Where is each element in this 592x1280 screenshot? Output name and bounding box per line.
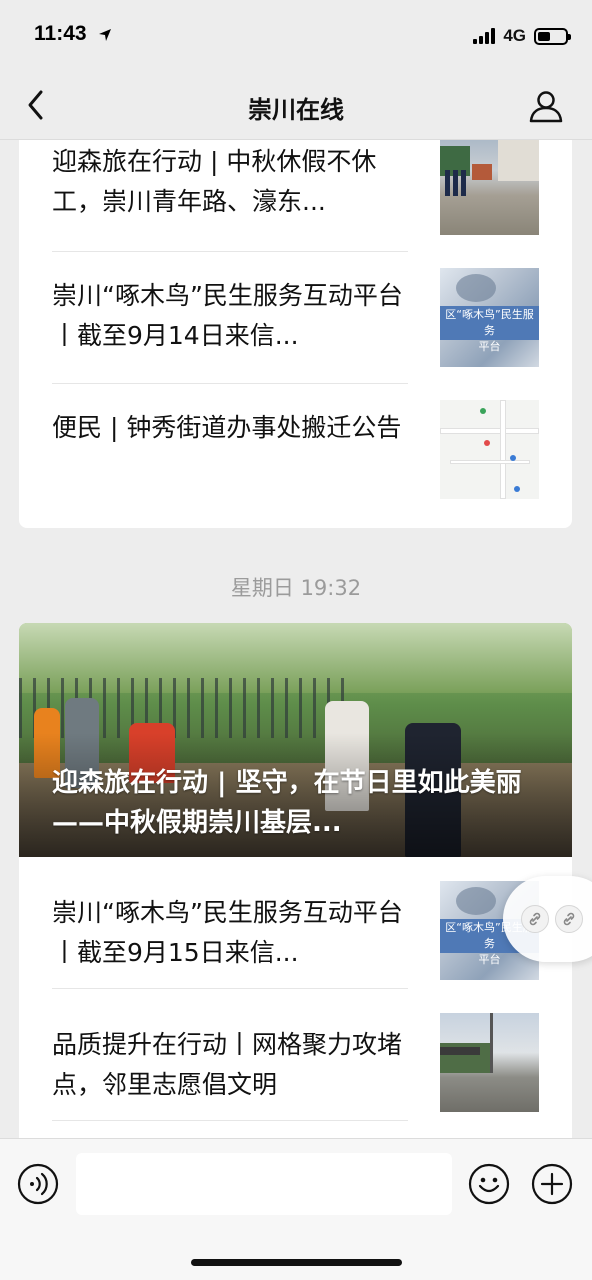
article-item[interactable]: 崇川“啄木鸟”民生服务互动平台丨截至9月14日来信... 区“啄木鸟”民生服务 … <box>52 252 539 384</box>
article-card: 迎森旅在行动 | 中秋休假不休工，崇川青年路、濠东... 崇川“啄木鸟”民生服务… <box>19 140 572 528</box>
message-list[interactable]: 迎森旅在行动 | 中秋休假不休工，崇川青年路、濠东... 崇川“啄木鸟”民生服务… <box>0 140 592 1138</box>
message-timestamp: 星期日 19:32 <box>230 576 362 600</box>
emoji-icon[interactable] <box>468 1163 510 1205</box>
hero-title: 迎森旅在行动 | 坚守，在节日里如此美丽——中秋假期崇川基层... <box>52 768 522 838</box>
article-title: 崇川“啄木鸟”民生服务互动平台丨截至9月15日来信... <box>52 898 403 967</box>
article-title: 便民 | 钟秀街道办事处搬迁公告 <box>52 413 402 442</box>
page-title: 崇川在线 <box>248 96 344 124</box>
link-icon <box>521 905 549 933</box>
link-icon <box>555 905 583 933</box>
home-indicator[interactable] <box>191 1259 402 1266</box>
status-bar: 11:43 4G <box>0 0 592 70</box>
voice-icon[interactable] <box>17 1163 59 1205</box>
article-card: 迎森旅在行动 | 坚守，在节日里如此美丽——中秋假期崇川基层... 崇川“啄木鸟… <box>19 623 572 1138</box>
article-item[interactable]: 崇川“啄木鸟”民生服务互动平台丨截至9月15日来信... 区“啄木鸟”民生服务 … <box>52 857 539 989</box>
status-time: 11:43 <box>34 22 87 45</box>
person-icon[interactable] <box>528 88 564 124</box>
article-thumbnail <box>440 400 539 499</box>
nav-bar: 崇川在线 <box>0 70 592 140</box>
article-thumbnail <box>440 1013 539 1112</box>
article-thumbnail: 区“啄木鸟”民生服务 平台 <box>440 268 539 367</box>
article-title: 崇川“啄木鸟”民生服务互动平台丨截至9月14日来信... <box>52 281 403 350</box>
article-title: 品质提升在行动丨网格聚力攻堵点，邻里志愿倡文明 <box>52 1030 403 1099</box>
network-type: 4G <box>503 26 526 45</box>
message-input[interactable] <box>76 1153 452 1215</box>
chat-input-bar <box>0 1138 592 1280</box>
article-title: 迎森旅在行动 | 中秋休假不休工，崇川青年路、濠东... <box>52 147 377 216</box>
thumbnail-text: 区“啄木鸟”民生服务 平台 <box>440 306 539 353</box>
article-thumbnail <box>440 140 539 235</box>
article-item[interactable]: 迎森旅在行动 | 中秋休假不休工，崇川青年路、濠东... <box>52 140 539 252</box>
divider <box>52 1120 408 1121</box>
article-item[interactable]: 便民 | 钟秀街道办事处搬迁公告 <box>52 384 539 516</box>
plus-icon[interactable] <box>531 1163 573 1205</box>
location-arrow-icon <box>99 29 111 41</box>
floating-link-button[interactable] <box>503 876 592 962</box>
battery-icon <box>534 27 571 45</box>
hero-article[interactable]: 迎森旅在行动 | 坚守，在节日里如此美丽——中秋假期崇川基层... <box>19 623 572 857</box>
signal-icon <box>473 28 496 44</box>
article-item[interactable]: 品质提升在行动丨网格聚力攻堵点，邻里志愿倡文明 <box>52 989 539 1121</box>
